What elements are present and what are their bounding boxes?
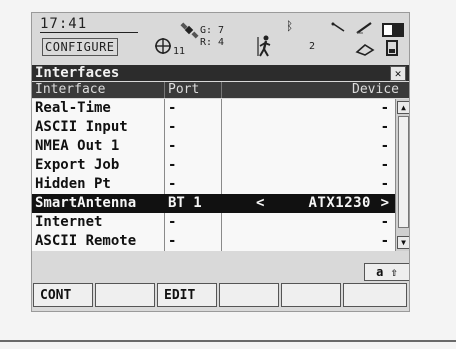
satellite-count: 11: [173, 46, 186, 57]
cell-port: -: [168, 138, 177, 154]
stylus-icon: [356, 22, 372, 34]
cell-device: -: [380, 176, 389, 192]
internal-memory-icon: [386, 40, 398, 56]
device-frame: 17:41 CONFIGURE 11 G: 7 R: 4 ᛒ 2 Interfa…: [0, 0, 456, 349]
satellite-icon: [180, 22, 199, 39]
clock: 17:41: [40, 16, 138, 33]
cell-port: -: [168, 157, 177, 173]
memory-card-icon: [355, 44, 375, 56]
status-bar: 17:41 CONFIGURE 11 G: 7 R: 4 ᛒ 2: [32, 13, 409, 62]
chevron-right-icon[interactable]: >: [381, 194, 389, 213]
cell-interface: SmartAntenna: [35, 195, 137, 211]
bluetooth-icon: ᛒ: [286, 19, 294, 33]
f6-button[interactable]: [343, 283, 407, 307]
table-row[interactable]: ASCII Input - -: [32, 118, 395, 137]
cell-interface: NMEA Out 1: [35, 138, 120, 154]
scroll-thumb[interactable]: [398, 116, 409, 228]
cell-device: -: [380, 157, 389, 173]
table-row[interactable]: ASCII Remote - -: [32, 232, 395, 251]
table-row[interactable]: Hidden Pt - -: [32, 175, 395, 194]
mode-label: CONFIGURE: [42, 38, 118, 56]
cell-port: -: [168, 176, 177, 192]
table-row[interactable]: Real-Time - -: [32, 99, 395, 118]
scroll-down-icon[interactable]: ▼: [397, 236, 409, 249]
position-crosshair-icon: [155, 38, 171, 54]
column-header-device: Device: [352, 82, 399, 97]
cell-interface: Internet: [35, 214, 103, 230]
column-header-interface: Interface: [35, 82, 106, 97]
page-title: Interfaces: [35, 65, 120, 81]
cell-port: -: [168, 100, 177, 116]
cell-interface: ASCII Remote: [35, 233, 137, 249]
gps-count: G: 7: [200, 25, 225, 36]
cell-device: -: [380, 233, 389, 249]
cell-device: -: [380, 214, 389, 230]
cell-interface: Hidden Pt: [35, 176, 111, 192]
cell-interface: Real-Time: [35, 100, 111, 116]
cell-device: -: [380, 100, 389, 116]
walking-person-icon: [257, 35, 271, 57]
f4-button[interactable]: [219, 283, 279, 307]
f3-edit-button[interactable]: EDIT: [157, 283, 217, 307]
cell-port: BT 1: [168, 195, 202, 211]
divider: [0, 340, 456, 342]
cell-device: ATX1230: [308, 195, 371, 211]
column-divider: [221, 82, 222, 98]
battery-icon: [382, 23, 404, 37]
close-button[interactable]: ✕: [390, 66, 406, 81]
glonass-count: R: 4: [200, 37, 225, 48]
function-key-bar: CONT EDIT: [32, 283, 409, 309]
table-header: Interface Port Device: [32, 82, 409, 98]
interfaces-table: Real-Time - - ASCII Input - - NMEA Out 1…: [32, 99, 395, 251]
column-header-port: Port: [168, 82, 200, 97]
table-row-selected[interactable]: SmartAntenna BT 1 < ATX1230 >: [32, 194, 395, 213]
radio-signal-icon: [331, 22, 345, 32]
cell-port: -: [168, 119, 177, 135]
cell-port: -: [168, 233, 177, 249]
input-mode-indicator: a ⇧: [364, 263, 409, 281]
f1-cont-button[interactable]: CONT: [33, 283, 93, 307]
scrollbar[interactable]: ▲ ▼: [395, 99, 409, 251]
table-row[interactable]: Internet - -: [32, 213, 395, 232]
cell-device: -: [380, 138, 389, 154]
constellation-counts: G: 7 R: 4: [200, 25, 224, 49]
table-row[interactable]: Export Job - -: [32, 156, 395, 175]
scroll-up-icon[interactable]: ▲: [397, 101, 409, 114]
f5-button[interactable]: [281, 283, 341, 307]
device-screen: 17:41 CONFIGURE 11 G: 7 R: 4 ᛒ 2 Interfa…: [31, 12, 410, 312]
cell-device: -: [380, 119, 389, 135]
table-row[interactable]: NMEA Out 1 - -: [32, 137, 395, 156]
chevron-left-icon[interactable]: <: [256, 194, 264, 213]
bluetooth-count: 2: [309, 41, 316, 52]
column-divider: [164, 82, 165, 98]
f2-button[interactable]: [95, 283, 155, 307]
cell-interface: ASCII Input: [35, 119, 128, 135]
cell-interface: Export Job: [35, 157, 120, 173]
window-titlebar: Interfaces ✕: [32, 65, 409, 81]
cell-port: -: [168, 214, 177, 230]
